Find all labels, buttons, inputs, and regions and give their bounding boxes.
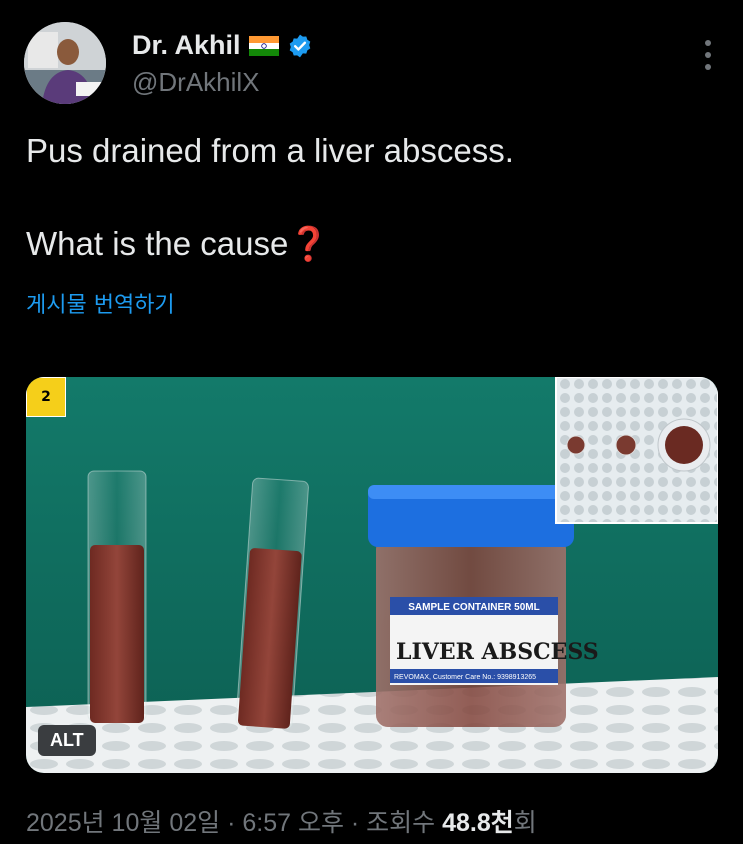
views-suffix: 회 [513,809,537,837]
tweet-question: What is the cause [26,225,289,262]
container-footer-text: REVOMAX, Customer Care No.: 9398913265 [394,674,536,681]
dot [705,40,711,46]
dot [705,52,711,58]
tweet-date[interactable]: 2025년 10월 02일 [26,809,220,837]
avatar[interactable] [24,22,106,104]
views-label: 조회수 [366,809,443,837]
author-handle[interactable]: @DrAkhilX [132,67,313,98]
separator: · [220,809,243,837]
container-handwriting: LIVER ABSCESS [396,639,599,665]
author-block: Dr. Akhil @DrAkhilX [132,30,313,98]
author-name[interactable]: Dr. Akhil [132,30,241,61]
image-number-badge: 2 [26,377,66,417]
container-label-text: SAMPLE CONTAINER 50ML [408,602,540,613]
alt-text-button[interactable]: ALT [38,725,96,756]
india-flag-icon [248,35,279,56]
separator: · [343,809,367,837]
question-mark-icon: ❓ [288,225,330,262]
tweet-text: Pus drained from a liver abscess. What i… [26,128,716,267]
verified-badge-icon[interactable] [287,33,313,59]
tweet-media-image[interactable]: SAMPLE CONTAINER 50ML LIVER ABSCESS REVO… [26,377,718,773]
tweet-line-1: Pus drained from a liver abscess. [26,132,514,169]
tweet-meta: 2025년 10월 02일 · 6:57 오후 · 조회수 48.8천회 [26,803,537,839]
views-count: 48.8천 [442,809,514,837]
tweet-time[interactable]: 6:57 오후 [242,809,344,837]
more-options-icon[interactable] [703,40,713,70]
author-name-row: Dr. Akhil [132,30,313,61]
translate-post-link[interactable]: 게시물 번역하기 [26,287,175,319]
dot [705,64,711,70]
tweet-line-2: What is the cause❓ [26,221,716,267]
